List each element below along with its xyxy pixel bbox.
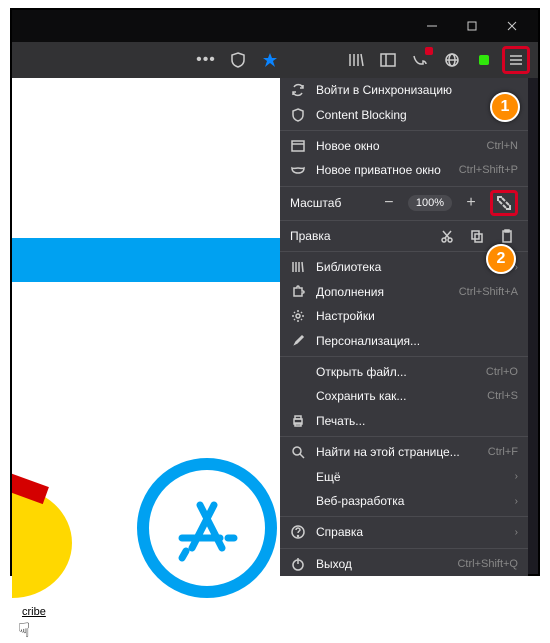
new-window-label: Новое окно <box>316 139 477 153</box>
shield-icon <box>290 107 306 123</box>
window-icon <box>290 138 306 154</box>
shield-icon[interactable] <box>224 46 252 74</box>
print-label: Печать... <box>316 414 518 428</box>
customize-label: Персонализация... <box>316 334 518 348</box>
cursor-icon: ☟ <box>18 618 30 643</box>
addons-shortcut: Ctrl+Shift+A <box>459 286 518 298</box>
power-icon <box>290 556 306 572</box>
blank-icon <box>290 493 306 509</box>
minimize-button[interactable] <box>412 12 452 40</box>
customize-item[interactable]: Персонализация... <box>280 328 528 352</box>
zoom-out-button[interactable]: − <box>376 190 402 216</box>
blank-icon <box>290 469 306 485</box>
exit-label: Выход <box>316 557 447 571</box>
zoom-value[interactable]: 100% <box>408 195 452 211</box>
appstore-icon <box>137 458 277 598</box>
content-blocking-label: Content Blocking <box>316 108 518 122</box>
page-actions-button[interactable]: ••• <box>192 46 220 74</box>
separator <box>280 548 528 549</box>
separator <box>280 436 528 437</box>
exit-shortcut: Ctrl+Shift+Q <box>457 558 518 570</box>
yellow-graphic <box>12 458 92 598</box>
copy-icon[interactable] <box>466 229 488 243</box>
library-icon <box>290 259 306 275</box>
settings-item[interactable]: Настройки <box>280 304 528 328</box>
hamburger-menu: Войти в Синхронизацию Content Blocking Н… <box>280 78 528 576</box>
separator <box>280 186 528 187</box>
blank-icon <box>290 364 306 380</box>
separator <box>280 516 528 517</box>
help-label: Справка <box>316 525 505 539</box>
maximize-button[interactable] <box>452 12 492 40</box>
save-as-label: Сохранить как... <box>316 389 477 403</box>
chevron-right-icon: › <box>515 496 518 507</box>
blank-icon <box>290 388 306 404</box>
search-icon <box>290 444 306 460</box>
cut-icon[interactable] <box>436 229 458 243</box>
edit-row: Правка <box>280 224 528 248</box>
settings-label: Настройки <box>316 309 518 323</box>
addons-item[interactable]: Дополнения Ctrl+Shift+A <box>280 280 528 304</box>
webdev-label: Веб-разработка <box>316 494 505 508</box>
toolbar: ••• <box>12 42 538 78</box>
sync-label: Войти в Синхронизацию <box>316 83 518 97</box>
open-file-shortcut: Ctrl+O <box>486 366 518 378</box>
new-private-label: Новое приватное окно <box>316 163 449 177</box>
close-button[interactable] <box>492 12 532 40</box>
vk-icon[interactable] <box>406 46 434 74</box>
zoom-row: Масштаб − 100% + <box>280 189 528 217</box>
subscribe-link[interactable]: cribe <box>22 606 46 618</box>
new-window-item[interactable]: Новое окно Ctrl+N <box>280 134 528 158</box>
zoom-in-button[interactable]: + <box>458 190 484 216</box>
exit-item[interactable]: Выход Ctrl+Shift+Q <box>280 551 528 575</box>
callout-2: 2 <box>486 244 516 274</box>
open-file-item[interactable]: Открыть файл... Ctrl+O <box>280 360 528 384</box>
bookmark-star-icon[interactable] <box>256 46 284 74</box>
printer-icon <box>290 413 306 429</box>
save-as-item[interactable]: Сохранить как... Ctrl+S <box>280 384 528 408</box>
separator <box>280 220 528 221</box>
callout-1: 1 <box>490 92 520 122</box>
new-window-shortcut: Ctrl+N <box>487 140 518 152</box>
paste-icon[interactable] <box>496 229 518 243</box>
browser-window: ••• cribe ☟ Войти в Синхронизацию Conten… <box>10 8 540 576</box>
library-icon[interactable] <box>342 46 370 74</box>
chevron-right-icon: › <box>515 471 518 482</box>
blue-bar <box>12 238 282 282</box>
addons-label: Дополнения <box>316 285 449 299</box>
sync-icon <box>290 82 306 98</box>
zoom-label: Масштаб <box>290 196 370 210</box>
open-file-label: Открыть файл... <box>316 365 476 379</box>
help-item[interactable]: Справка › <box>280 520 528 544</box>
save-as-shortcut: Ctrl+S <box>487 390 518 402</box>
new-private-shortcut: Ctrl+Shift+P <box>459 164 518 176</box>
more-item[interactable]: Ещё › <box>280 464 528 488</box>
puzzle-icon <box>290 284 306 300</box>
more-label: Ещё <box>316 470 505 484</box>
find-item[interactable]: Найти на этой странице... Ctrl+F <box>280 440 528 464</box>
extension-icon[interactable] <box>470 46 498 74</box>
new-private-item[interactable]: Новое приватное окно Ctrl+Shift+P <box>280 158 528 182</box>
edit-label: Правка <box>290 229 428 243</box>
library-label: Библиотека <box>316 260 505 274</box>
titlebar <box>12 10 538 42</box>
globe-icon[interactable] <box>438 46 466 74</box>
gear-icon <box>290 308 306 324</box>
page-content: cribe ☟ <box>12 78 282 576</box>
find-label: Найти на этой странице... <box>316 445 478 459</box>
mask-icon <box>290 162 306 178</box>
sidebar-icon[interactable] <box>374 46 402 74</box>
fullscreen-button[interactable] <box>490 190 518 216</box>
find-shortcut: Ctrl+F <box>488 446 518 458</box>
brush-icon <box>290 333 306 349</box>
separator <box>280 356 528 357</box>
webdev-item[interactable]: Веб-разработка › <box>280 489 528 513</box>
help-icon <box>290 524 306 540</box>
chevron-right-icon: › <box>515 527 518 538</box>
hamburger-menu-button[interactable] <box>502 46 530 74</box>
separator <box>280 130 528 131</box>
print-item[interactable]: Печать... <box>280 409 528 433</box>
sync-item[interactable]: Войти в Синхронизацию <box>280 78 528 102</box>
